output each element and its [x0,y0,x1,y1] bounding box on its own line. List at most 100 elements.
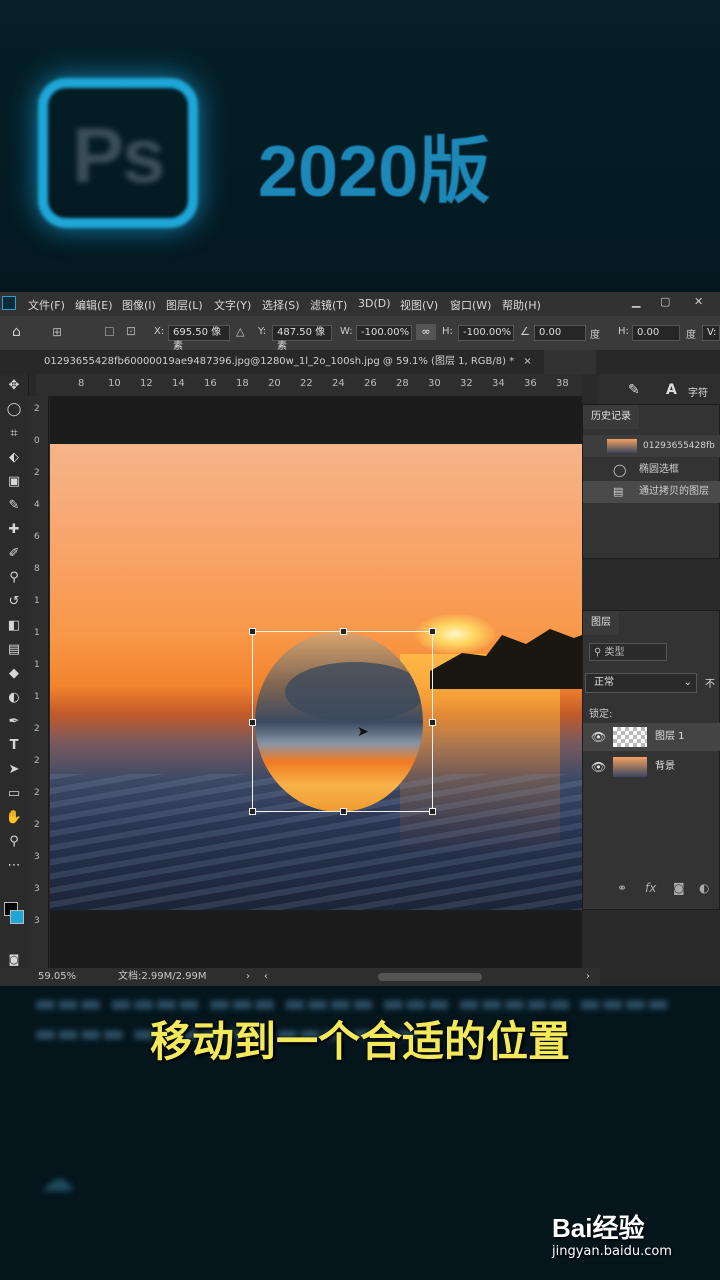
link-icon[interactable]: ∞ [416,324,436,340]
x-field[interactable]: 695.50 像素 [168,325,230,352]
history-row[interactable]: 01293655428fb [583,435,720,457]
history-brush-tool-icon[interactable]: ↺ [4,592,24,612]
zoom-tool-icon[interactable]: ⚲ [4,832,24,852]
layer-filter-field[interactable]: ⚲ 类型 [589,643,667,661]
scroll-left-icon[interactable]: ‹ [264,968,268,986]
menu-help[interactable]: 帮助(H) [502,297,541,313]
frame-tool-icon[interactable]: ▣ [4,472,24,492]
menu-view[interactable]: 视图(V) [400,297,438,313]
path-selection-tool-icon[interactable]: ➤ [4,760,24,780]
h-label: H: [442,326,453,337]
pen-tool-icon[interactable]: ✒ [4,712,24,732]
layers-panel-title[interactable]: 图层 [583,611,619,635]
menu-edit[interactable]: 编辑(E) [75,297,113,313]
y-field[interactable]: 487.50 像素 [272,325,332,352]
dodge-tool-icon[interactable]: ◐ [4,688,24,708]
horizontal-scrollbar[interactable] [378,973,482,981]
eraser-tool-icon[interactable]: ◧ [4,616,24,636]
brush-panel-icon[interactable]: ✎ [628,382,640,398]
ps-app-icon [2,296,16,310]
chevron-down-icon: ⌄ [683,677,692,688]
creative-cloud-icon: ☁ [40,1161,74,1199]
transform-handle-r[interactable] [429,719,436,726]
layer-row-layer1[interactable]: 👁 图层 1 [583,723,720,751]
zoom-level[interactable]: 59.05% [38,968,76,986]
minimize-icon[interactable]: ▁ [632,295,640,308]
ruler-h-tick: 18 [236,378,249,389]
transform-bounding-box[interactable]: ➤ [249,628,436,815]
blur-tool-icon[interactable]: ◆ [4,664,24,684]
transform-handle-t[interactable] [340,628,347,635]
close-tab-icon[interactable]: × [523,356,531,367]
angle-icon: ∠ [520,325,530,338]
options-bar: ⌂ ⊞ ☐ ⊡ X: 695.50 像素 △ Y: 487.50 像素 W: -… [0,316,720,352]
angle-field[interactable]: 0.00 [534,325,586,341]
search-icon: ⚲ [594,647,605,658]
menu-select[interactable]: 选择(S) [262,297,300,313]
transform-handle-tl[interactable] [249,628,256,635]
quick-mask-icon[interactable]: ◙ [4,950,24,970]
object-select-tool-icon[interactable]: ⬖ [4,448,24,468]
scroll-right-icon[interactable]: › [586,968,590,986]
ruler-h-tick: 24 [332,378,345,389]
layer-row-background[interactable]: 👁 背景 [583,753,720,781]
layer-link-icon[interactable]: ⚭ [617,881,627,895]
ruler-h-tick: 36 [524,378,537,389]
transform-handle-b[interactable] [340,808,347,815]
clone-stamp-tool-icon[interactable]: ⚲ [4,568,24,588]
character-panel-label[interactable]: 字符 [688,384,708,399]
eyedropper-tool-icon[interactable]: ✎ [4,496,24,516]
w-field[interactable]: -100.00% [356,325,412,341]
transform-handle-br[interactable] [429,808,436,815]
healing-brush-tool-icon[interactable]: ✚ [4,520,24,540]
visibility-eye-icon[interactable]: 👁 [591,753,606,781]
h-field[interactable]: -100.00% [458,325,514,341]
skew-h-field[interactable]: 0.00 [632,325,680,341]
ruler-v-tick: 6 [34,532,40,542]
transform-handle-tr[interactable] [429,628,436,635]
grid-icon[interactable]: ⊡ [126,324,136,338]
ruler-h-tick: 34 [492,378,505,389]
history-panel-title[interactable]: 历史记录 [583,405,639,429]
maximize-icon[interactable]: ▢ [660,295,670,308]
adjustment-icon[interactable]: ◐ [699,881,709,895]
menu-window[interactable]: 窗口(W) [450,297,491,313]
ruler-v-tick: 4 [34,500,40,510]
more-tools-icon[interactable]: ⋯ [4,856,24,876]
skew-v-field[interactable]: V: [702,325,720,341]
ellipse-marquee-tool-icon[interactable]: ◯ [4,400,24,420]
gradient-tool-icon[interactable]: ▤ [4,640,24,660]
blend-mode-select[interactable]: 正常 ⌄ [585,673,697,693]
hand-tool-icon[interactable]: ✋ [4,808,24,828]
visibility-eye-icon[interactable]: 👁 [591,723,606,751]
menu-filter[interactable]: 滤镜(T) [310,297,347,313]
lock-label: 锁定: [589,709,613,720]
mask-icon[interactable]: ◙ [673,881,685,895]
menu-image[interactable]: 图像(I) [122,297,156,313]
brush-tool-icon[interactable]: ✐ [4,544,24,564]
menu-type[interactable]: 文字(Y) [214,297,251,313]
checkbox-icon[interactable]: ☐ [104,325,115,339]
history-row[interactable]: ◯ 椭圆选框 [583,459,720,481]
character-panel-icon[interactable]: A [666,382,677,398]
move-tool-icon[interactable]: ✥ [4,376,24,396]
transform-handle-bl[interactable] [249,808,256,815]
reference-point-icon[interactable]: ⊞ [52,325,62,339]
menu-file[interactable]: 文件(F) [28,297,65,313]
background-color-swatch[interactable] [10,910,24,924]
document-tab[interactable]: 01293655428fb60000019ae9487396.jpg@1280w… [36,350,544,374]
type-tool-icon[interactable]: T [4,736,24,756]
transform-handle-l[interactable] [249,719,256,726]
close-icon[interactable]: ✕ [694,295,703,308]
ruler-v-tick: 2 [34,468,40,478]
menu-3d[interactable]: 3D(D) [358,297,391,310]
history-row[interactable]: ▤ 通过拷贝的图层 [583,481,720,503]
rectangle-tool-icon[interactable]: ▭ [4,784,24,804]
menu-layer[interactable]: 图层(L) [166,297,203,313]
ruler-h-tick: 32 [460,378,473,389]
chevron-right-icon[interactable]: › [246,968,250,986]
crop-tool-icon[interactable]: ⌗ [4,424,24,444]
ruler-v-tick: 1 [34,692,40,702]
fx-icon[interactable]: fx [645,881,656,895]
home-icon[interactable]: ⌂ [12,324,21,340]
